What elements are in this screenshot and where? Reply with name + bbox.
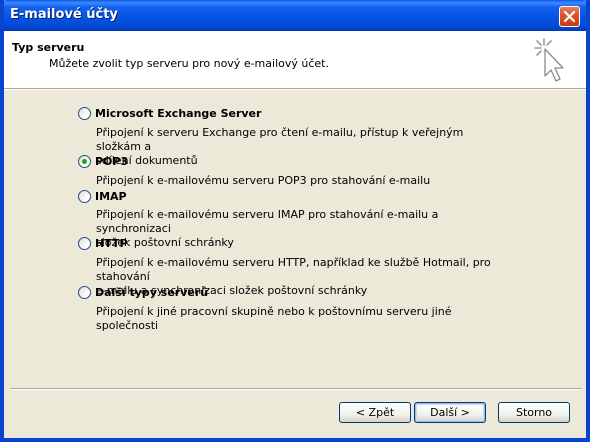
wizard-sparkle-cursor-icon (534, 38, 564, 82)
footer-divider-highlight (11, 389, 581, 390)
next-button[interactable]: Další > (414, 402, 486, 423)
desc-line: sdílení dokumentů (96, 154, 198, 167)
header-divider (4, 89, 586, 90)
page-subtitle: Můžete zvolit typ serveru pro nový e-mai… (49, 57, 329, 70)
close-icon (563, 10, 576, 23)
option-pop3-label[interactable]: POP3 (95, 154, 128, 169)
option-pop3-description: Připojení k e-mailovému serveru POP3 pro… (96, 174, 496, 188)
window-title: E-mailové účty (10, 7, 118, 22)
radio-imap[interactable] (78, 190, 91, 203)
radio-http[interactable] (78, 237, 91, 250)
title-bar[interactable]: E-mailové účty (4, 0, 586, 31)
desc-line: Připojení k e-mailovému serveru POP3 pro… (96, 174, 431, 187)
wizard-header: Typ serveru Můžete zvolit typ serveru pr… (4, 31, 586, 89)
option-exchange-description: Připojení k serveru Exchange pro čtení e… (96, 126, 496, 168)
option-other-servers-description: Připojení k jiné pracovní skupině nebo k… (96, 305, 496, 333)
desc-line: Připojení k e-mailovému serveru HTTP, na… (96, 256, 491, 283)
desc-line: složek poštovní schránky (96, 236, 234, 249)
desc-line: Připojení k jiné pracovní skupině nebo k… (96, 305, 452, 332)
radio-exchange[interactable] (78, 107, 91, 120)
close-button[interactable] (559, 6, 580, 27)
desc-line: Připojení k e-mailovému serveru IMAP pro… (96, 208, 439, 235)
option-imap-description: Připojení k e-mailovému serveru IMAP pro… (96, 208, 496, 250)
email-accounts-dialog: E-mailové účty Typ serveru Můžete zvolit… (0, 0, 590, 442)
radio-other-servers[interactable] (78, 286, 91, 299)
page-title: Typ serveru (12, 41, 85, 54)
back-button[interactable]: < Zpět (339, 402, 411, 423)
radio-pop3[interactable] (78, 155, 91, 168)
option-other-servers-label[interactable]: Další typy serverů (95, 285, 208, 300)
option-exchange-label[interactable]: Microsoft Exchange Server (95, 106, 261, 121)
cancel-button[interactable]: Storno (498, 402, 570, 423)
desc-line: Připojení k serveru Exchange pro čtení e… (96, 126, 464, 153)
option-imap-label[interactable]: IMAP (95, 189, 127, 204)
option-http-label[interactable]: HTTP (95, 236, 128, 251)
